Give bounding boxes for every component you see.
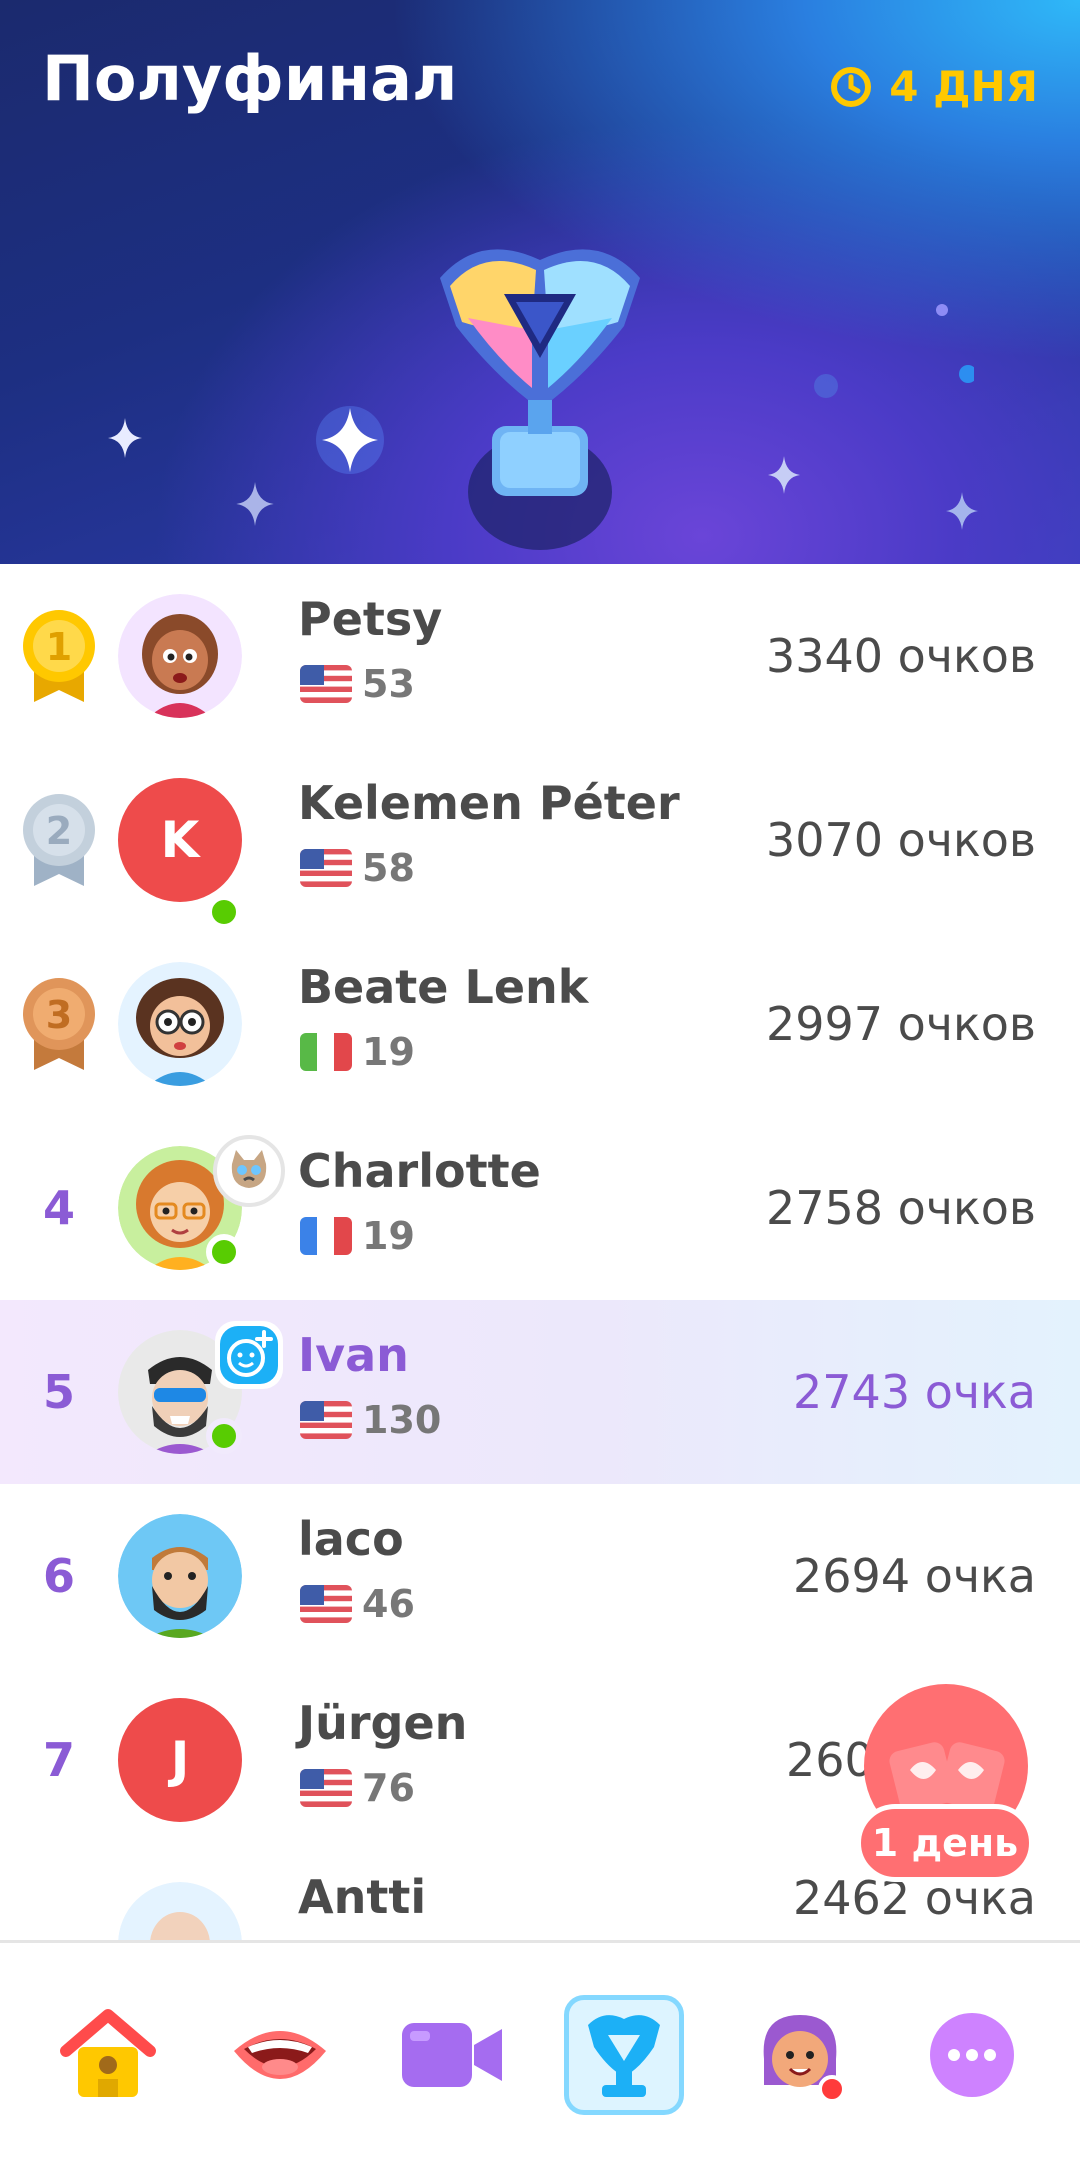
nav-speak[interactable] <box>220 1995 340 2115</box>
user-level: 19 <box>362 1030 415 1074</box>
league-header: Полуфинал 4 ДНЯ <box>0 0 1080 564</box>
petsy-avatar-icon[interactable] <box>118 594 242 718</box>
rank-number: 6 <box>42 1549 75 1603</box>
sparkle-icon <box>236 482 274 526</box>
user-name: Ivan <box>298 1328 409 1382</box>
medal-rank: 1 <box>46 625 72 669</box>
user-level: 58 <box>362 846 415 890</box>
user-xp: 3340 очков <box>765 629 1036 683</box>
user-level: 53 <box>362 662 415 706</box>
clock-icon <box>831 66 872 107</box>
it-flag-icon <box>300 1033 352 1071</box>
rank-number: 5 <box>42 1365 75 1419</box>
laco-avatar-icon[interactable] <box>118 1514 242 1638</box>
timer-label: 4 ДНЯ <box>889 62 1038 111</box>
sparkle-glow-icon <box>316 406 384 474</box>
streak-reminder-label[interactable]: 1 день <box>856 1804 1034 1882</box>
user-xp: 2758 очков <box>765 1181 1036 1235</box>
league-trophy-icon <box>588 2015 660 2097</box>
friend-add-badge-icon[interactable] <box>212 1318 286 1392</box>
sparkle-icon <box>768 456 800 494</box>
user-xp: 2743 очка <box>793 1365 1036 1419</box>
user-xp: 2694 очка <box>793 1549 1036 1603</box>
leaderboard-row[interactable]: 6 laco 46 2694 очка <box>0 1484 1080 1668</box>
us-flag-icon <box>300 849 352 887</box>
us-flag-icon <box>300 1401 352 1439</box>
nav-leagues[interactable] <box>564 1995 684 2115</box>
more-dots-icon <box>930 2013 1014 2097</box>
sparkle-icon <box>946 492 978 530</box>
us-flag-icon <box>300 1585 352 1623</box>
league-timer: 4 ДНЯ <box>829 62 1038 111</box>
user-level: 46 <box>362 1582 415 1626</box>
medal-rank: 2 <box>46 809 72 853</box>
fr-flag-icon <box>300 1217 352 1255</box>
nav-video[interactable] <box>392 1995 512 2115</box>
profile-avatar-icon <box>763 2015 846 2103</box>
online-indicator <box>206 1234 242 1270</box>
league-trophy-icon <box>440 249 640 550</box>
cat-badge-icon <box>213 1135 285 1207</box>
user-name: laco <box>298 1512 404 1566</box>
nav-more[interactable] <box>912 1995 1032 2115</box>
leaderboard-row[interactable]: 3 Beate Lenk 19 2997 очков <box>0 932 1080 1116</box>
sparkle-icon <box>108 418 142 458</box>
medal-rank: 3 <box>46 993 72 1037</box>
silver-medal-icon: 2 <box>23 794 95 886</box>
video-camera-icon <box>402 2023 502 2087</box>
rank-number: 4 <box>42 1181 75 1235</box>
rank-number: 7 <box>42 1733 75 1787</box>
avatar[interactable]: J <box>118 1698 242 1822</box>
bronze-medal-icon: 3 <box>23 978 95 1070</box>
page-title: Полуфинал <box>42 42 458 115</box>
leaderboard-row-current-user[interactable]: 5 Ivan 130 2743 очка <box>0 1300 1080 1484</box>
streak-reminder-button[interactable]: 1 день <box>856 1684 1034 1890</box>
user-name: Antti <box>298 1870 427 1924</box>
user-name: Charlotte <box>298 1144 541 1198</box>
avatar[interactable]: K <box>118 778 242 902</box>
nav-profile[interactable] <box>740 1995 860 2115</box>
gold-medal-icon: 1 <box>23 610 95 702</box>
online-indicator <box>206 1418 242 1454</box>
user-name: Petsy <box>298 592 443 646</box>
antti-avatar-icon[interactable] <box>118 1882 242 1940</box>
user-name: Beate Lenk <box>298 960 589 1014</box>
user-level: 76 <box>362 1766 415 1810</box>
bubble-icon <box>936 304 974 383</box>
user-name: Kelemen Péter <box>298 776 680 830</box>
user-level: 19 <box>362 1214 415 1258</box>
leaderboard-row[interactable]: 4 Charlotte 19 2758 очков <box>0 1116 1080 1300</box>
mouth-icon <box>234 2031 326 2079</box>
user-xp: 3070 очков <box>765 813 1036 867</box>
us-flag-icon <box>300 1769 352 1807</box>
user-xp: 2997 очков <box>765 997 1036 1051</box>
us-flag-icon <box>300 665 352 703</box>
home-icon <box>60 2009 156 2097</box>
leaderboard-row[interactable]: 1 Petsy 53 3340 очков <box>0 564 1080 748</box>
nav-home[interactable] <box>48 1995 168 2115</box>
online-indicator <box>206 894 242 930</box>
user-level: 130 <box>362 1398 442 1442</box>
user-name: Jürgen <box>298 1696 468 1750</box>
beate-avatar-icon[interactable] <box>118 962 242 1086</box>
bottom-navigation <box>0 1940 1080 2163</box>
leaderboard-row[interactable]: 2 K Kelemen Péter 58 3070 очков <box>0 748 1080 932</box>
